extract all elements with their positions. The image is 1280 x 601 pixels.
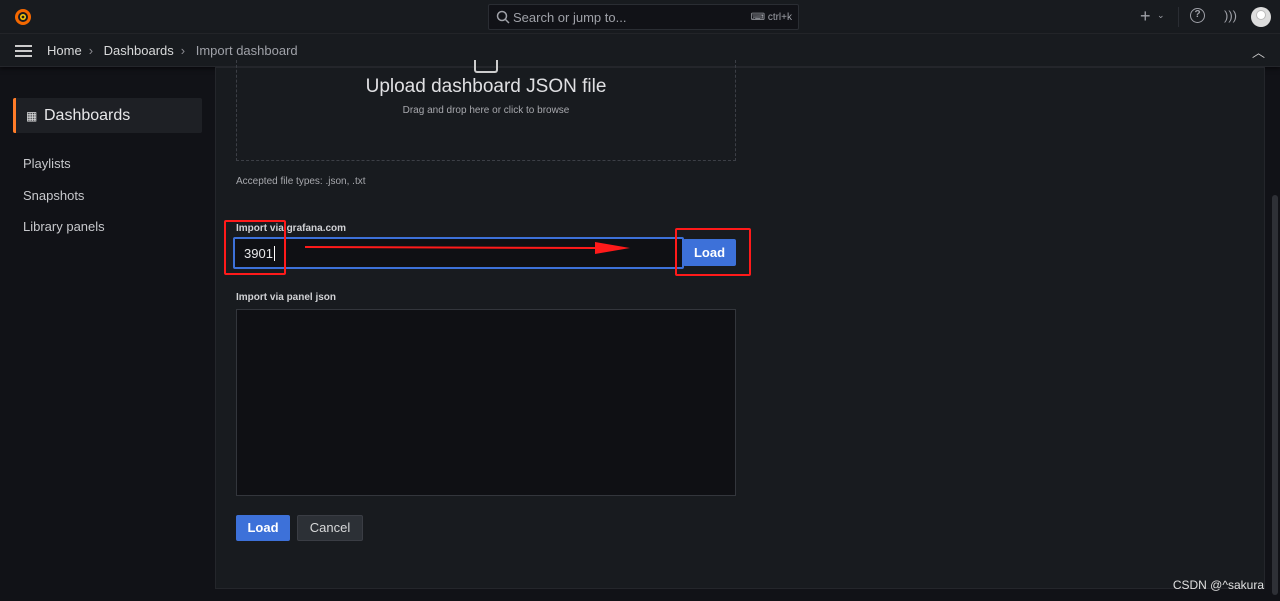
panel-json-label: Import via panel json	[236, 292, 337, 303]
upload-dropzone[interactable]: Upload dashboard JSON file Drag and drop…	[236, 60, 736, 161]
menu-icon[interactable]	[15, 45, 32, 57]
grid-icon: ▦	[26, 109, 38, 123]
annotation-box-id	[224, 220, 286, 275]
upload-subtitle: Drag and drop here or click to browse	[402, 105, 570, 116]
sidebar-item-snapshots[interactable]: Snapshots	[23, 188, 84, 203]
sidebar-item-library-panels[interactable]: Library panels	[23, 219, 105, 234]
divider	[1178, 7, 1179, 27]
top-bar: Search or jump to... ⌨ ctrl+k + ⌄ ? )))	[0, 0, 1280, 34]
cancel-button[interactable]: Cancel	[297, 515, 363, 541]
search-input[interactable]: Search or jump to... ⌨ ctrl+k	[488, 4, 799, 30]
help-icon[interactable]: ?	[1190, 8, 1205, 23]
grafana-logo-icon[interactable]	[13, 7, 33, 27]
upload-title: Upload dashboard JSON file	[365, 76, 607, 97]
chevron-down-icon[interactable]: ⌄	[1157, 10, 1165, 21]
load-button[interactable]: Load	[236, 515, 290, 541]
annotation-box-load	[675, 228, 751, 276]
panel-json-textarea[interactable]	[236, 309, 736, 496]
search-placeholder: Search or jump to...	[513, 10, 627, 25]
avatar[interactable]	[1251, 7, 1271, 27]
breadcrumb-home[interactable]: Home	[47, 43, 82, 58]
keyboard-icon: ⌨	[750, 12, 768, 23]
breadcrumb-current: Import dashboard	[195, 43, 298, 58]
breadcrumb-dashboards[interactable]: Dashboards	[104, 43, 174, 58]
shortcut-hint: ⌨ ctrl+k	[751, 12, 792, 23]
chevron-up-icon[interactable]: ︿	[1252, 42, 1265, 61]
annotation-arrow-icon	[305, 242, 630, 254]
watermark: CSDN @^sakura	[1172, 578, 1264, 592]
plus-icon[interactable]: +	[1140, 6, 1151, 27]
search-icon	[496, 10, 510, 24]
rss-icon[interactable]: )))	[1224, 8, 1237, 23]
scrollbar[interactable]	[1272, 195, 1278, 595]
accepted-file-types: Accepted file types: .json, .txt	[236, 176, 366, 187]
sidebar-item-playlists[interactable]: Playlists	[23, 156, 71, 171]
shortcut-text: ctrl+k	[767, 12, 792, 23]
upload-icon	[474, 60, 498, 73]
breadcrumb: Home › Dashboards › Import dashboard	[47, 43, 298, 58]
sidebar-item-dashboards[interactable]: ▦ Dashboards	[13, 98, 202, 133]
sidebar-title: Dashboards	[44, 107, 131, 124]
